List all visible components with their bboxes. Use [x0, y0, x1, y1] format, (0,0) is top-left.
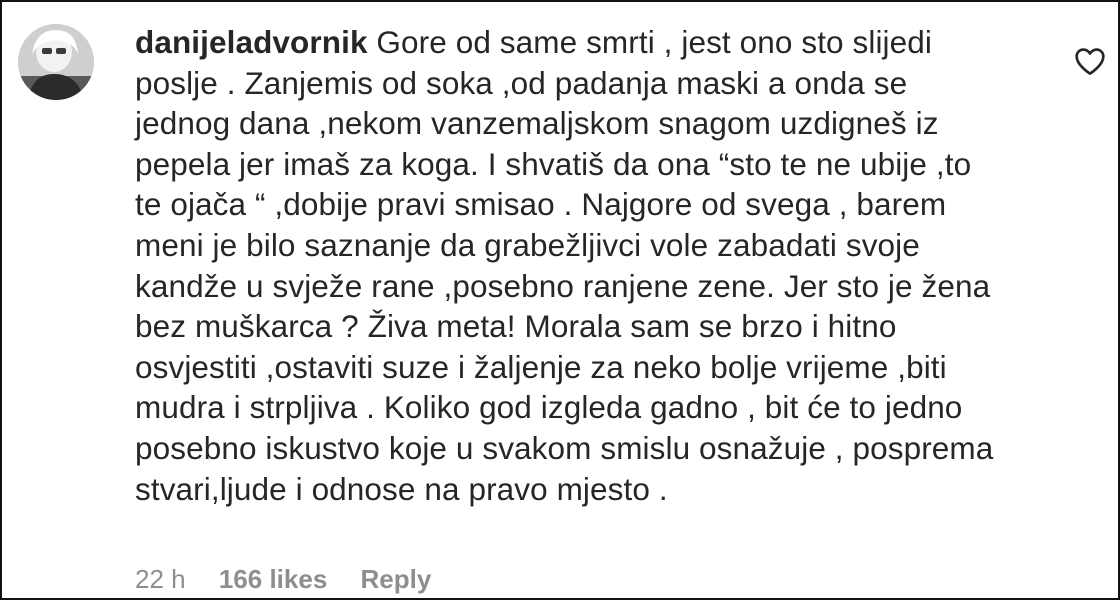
comment-line: bez muškarca ? Živa meta! Morala sam se …	[135, 308, 897, 345]
comment-line: posebno iskustvo koje u svakom smislu os…	[135, 429, 994, 466]
reply-button[interactable]: Reply	[361, 564, 432, 594]
comment-line: kandže u svježe rane ,posebno ranjene ze…	[135, 267, 991, 304]
comment-line: te ojača “ ,dobije pravi smisao . Najgor…	[135, 186, 947, 223]
comment-line: jednog dana ,nekom vanzemaljskom snagom …	[135, 105, 939, 142]
avatar-photo	[18, 24, 94, 100]
timestamp: 22 h	[135, 564, 186, 594]
comment-meta: 22 h 166 likes Reply	[135, 562, 457, 596]
username-link[interactable]: danijeladvornik	[135, 24, 368, 60]
comment-line: mudra i strpljiva . Koliko god izgleda g…	[135, 389, 963, 426]
comment-line: osvjestiti ,ostaviti suze i žaljenje za …	[135, 348, 947, 385]
heart-outline-icon	[1075, 48, 1105, 75]
avatar[interactable]	[18, 24, 94, 100]
comment-card: danijeladvornik Gore od same smrti , jes…	[0, 0, 1120, 600]
comment-text: Gore od same smrti , jest ono sto slijed…	[367, 24, 932, 60]
comment-line: danijeladvornik Gore od same smrti , jes…	[135, 22, 1075, 63]
comment-line: pepela jer imaš za koga. I shvatiš da on…	[135, 145, 972, 182]
comment-line: meni je bilo saznanje da grabežljivci vo…	[135, 226, 920, 263]
comment-body: danijeladvornik Gore od same smrti , jes…	[135, 22, 1075, 509]
likes-count[interactable]: 166 likes	[219, 564, 327, 594]
like-button[interactable]	[1074, 46, 1106, 76]
comment-line: stvari,ljude i odnose na pravo mjesto .	[135, 470, 668, 507]
comment-line: poslje . Zanjemis od soka ,od padanja ma…	[135, 64, 908, 101]
